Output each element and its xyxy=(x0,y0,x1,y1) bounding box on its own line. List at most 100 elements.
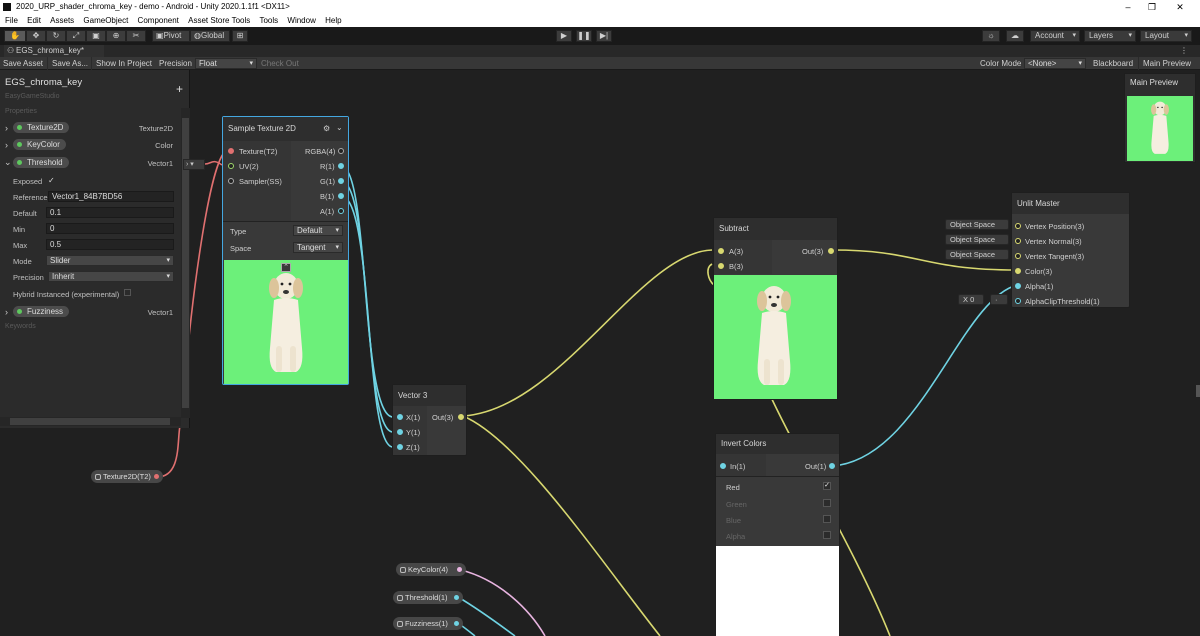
reference-field[interactable]: Vector1_84B7BD56 xyxy=(48,191,174,202)
precision-dropdown[interactable]: Inherit xyxy=(48,271,174,282)
min-field[interactable]: 0 xyxy=(46,223,174,234)
channel-green-checkbox[interactable] xyxy=(823,499,831,507)
vertex-position-space-chip[interactable]: Object Space xyxy=(945,219,1009,230)
node-header: Vector 3 xyxy=(393,385,466,406)
port-a-dot[interactable] xyxy=(338,208,344,214)
blackboard-panel: EGS_chroma_key EasyGameStudio + Properti… xyxy=(0,70,190,428)
node-subtract[interactable]: Subtract A(3) B(3) Out(3) xyxy=(713,217,838,400)
chevron-down-icon[interactable]: ⌄ xyxy=(336,123,343,132)
output-dot[interactable] xyxy=(454,595,459,600)
channel-red-checkbox[interactable]: ✓ xyxy=(823,482,831,490)
alpha-clip-value-chip[interactable]: X 0 xyxy=(958,294,984,305)
property-type: Vector1 xyxy=(147,159,173,168)
node-header: Subtract xyxy=(714,218,837,240)
channel-alpha-checkbox[interactable] xyxy=(823,531,831,539)
exposed-checkbox[interactable]: ✓ xyxy=(48,176,55,185)
edge-texture2d[interactable] xyxy=(156,419,183,478)
expand-arrow-icon[interactable]: › xyxy=(5,140,8,150)
node-title: Sample Texture 2D xyxy=(228,124,296,133)
node-title: Vector 3 xyxy=(398,391,428,400)
property-type: Texture2D xyxy=(138,124,173,133)
port-alpha-label: Alpha(1) xyxy=(1025,282,1054,291)
main-preview-panel[interactable]: Main Preview xyxy=(1124,73,1196,163)
vertex-normal-space-chip[interactable]: Object Space xyxy=(945,234,1009,245)
output-dot[interactable] xyxy=(457,567,462,572)
min-label: Min xyxy=(13,225,26,234)
max-field[interactable]: 0.5 xyxy=(46,239,174,250)
node-header: Invert Colors xyxy=(716,434,839,454)
port-out-dot[interactable] xyxy=(829,463,835,469)
port-vertex-tangent-dot[interactable] xyxy=(1015,253,1021,259)
edge-vector3-out[interactable] xyxy=(462,415,661,636)
port-out-dot[interactable] xyxy=(828,248,834,254)
resize-handle[interactable] xyxy=(1196,385,1200,397)
property-node-threshold[interactable]: Threshold(1) xyxy=(393,591,463,604)
dog-image xyxy=(757,286,791,385)
edge-keycolor[interactable] xyxy=(460,569,546,636)
port-in-dot[interactable] xyxy=(720,463,726,469)
node-sample-texture-2d[interactable]: Sample Texture 2D ⚙ ⌄ Texture(T2) UV(2) … xyxy=(222,116,349,385)
property-texture2d[interactable]: Texture2D xyxy=(13,122,70,133)
port-texture-dot[interactable] xyxy=(228,148,234,154)
property-node-keycolor[interactable]: KeyColor(4) xyxy=(396,563,466,576)
port-rgba-dot[interactable] xyxy=(338,148,344,154)
port-a-dot[interactable] xyxy=(718,248,724,254)
default-field[interactable]: 0.1 xyxy=(46,207,174,218)
output-dot[interactable] xyxy=(454,621,459,626)
node-invert-colors[interactable]: Invert Colors In(1) Out(1) Red ✓ Green B… xyxy=(715,433,840,636)
port-uv-label: UV(2) xyxy=(239,162,259,171)
uv-default-value[interactable]: › ▾ xyxy=(183,159,205,170)
property-node-fuzziness[interactable]: Fuzziness(1) xyxy=(393,617,463,630)
collapse-preview-icon[interactable]: ⌃ xyxy=(281,263,291,272)
alpha-clip-x-label: X xyxy=(963,295,969,304)
blackboard-hscroll-thumb[interactable] xyxy=(10,418,170,425)
expand-arrow-icon[interactable]: › xyxy=(5,123,8,133)
port-vertex-position-label: Vertex Position(3) xyxy=(1025,222,1085,231)
port-out-dot[interactable] xyxy=(458,414,464,420)
main-preview-image xyxy=(1127,96,1193,161)
edge-invert-to-alpha[interactable] xyxy=(831,284,1018,467)
property-node-label: Fuzziness(1) xyxy=(405,619,448,628)
port-y-dot[interactable] xyxy=(397,429,403,435)
port-b-dot[interactable] xyxy=(718,263,724,269)
property-fuzziness[interactable]: Fuzziness xyxy=(13,306,70,317)
properties-label: Properties xyxy=(5,108,37,115)
port-b-dot[interactable] xyxy=(338,193,344,199)
node-header: Unlit Master xyxy=(1012,193,1129,214)
port-color-dot[interactable] xyxy=(1015,268,1021,274)
property-node-texture2d[interactable]: Texture2D(T2) xyxy=(91,470,163,483)
node-unlit-master[interactable]: Unlit Master Vertex Position(3) Vertex N… xyxy=(1011,192,1130,308)
port-z-dot[interactable] xyxy=(397,444,403,450)
alpha-clip-connector[interactable]: · xyxy=(990,294,1008,305)
hybrid-instanced-checkbox[interactable] xyxy=(124,289,131,296)
space-dropdown[interactable]: Tangent xyxy=(293,242,343,253)
port-vertex-normal-dot[interactable] xyxy=(1015,238,1021,244)
port-alpha-dot[interactable] xyxy=(1015,283,1021,289)
port-sampler-dot[interactable] xyxy=(228,178,234,184)
edge-vector3-to-a[interactable] xyxy=(462,249,713,417)
port-g-dot[interactable] xyxy=(338,178,344,184)
expand-arrow-icon[interactable]: › xyxy=(5,307,8,317)
port-y-label: Y(1) xyxy=(406,428,421,437)
channel-green-label: Green xyxy=(726,500,747,509)
channel-blue-checkbox[interactable] xyxy=(823,515,831,523)
divider xyxy=(223,221,348,222)
type-dropdown[interactable]: Default xyxy=(293,225,343,236)
mode-dropdown[interactable]: Slider xyxy=(46,255,174,266)
port-alpha-clip-dot[interactable] xyxy=(1015,298,1021,304)
vertex-tangent-space-chip[interactable]: Object Space xyxy=(945,249,1009,260)
port-out-label: Out(1) xyxy=(805,462,827,471)
gear-icon[interactable]: ⚙ xyxy=(323,124,330,133)
port-vertex-position-dot[interactable] xyxy=(1015,223,1021,229)
property-threshold[interactable]: Threshold xyxy=(13,157,69,168)
node-title: Unlit Master xyxy=(1017,199,1060,208)
collapse-arrow-icon[interactable]: ⌄ xyxy=(4,157,12,168)
output-dot[interactable] xyxy=(154,474,159,479)
port-r-dot[interactable] xyxy=(338,163,344,169)
port-uv-dot[interactable] xyxy=(228,163,234,169)
port-x-dot[interactable] xyxy=(397,414,403,420)
add-property-button[interactable]: + xyxy=(176,82,183,96)
dog-image xyxy=(269,273,303,372)
node-vector3[interactable]: Vector 3 X(1) Y(1) Z(1) Out(3) xyxy=(392,384,467,456)
property-keycolor[interactable]: KeyColor xyxy=(13,139,66,150)
